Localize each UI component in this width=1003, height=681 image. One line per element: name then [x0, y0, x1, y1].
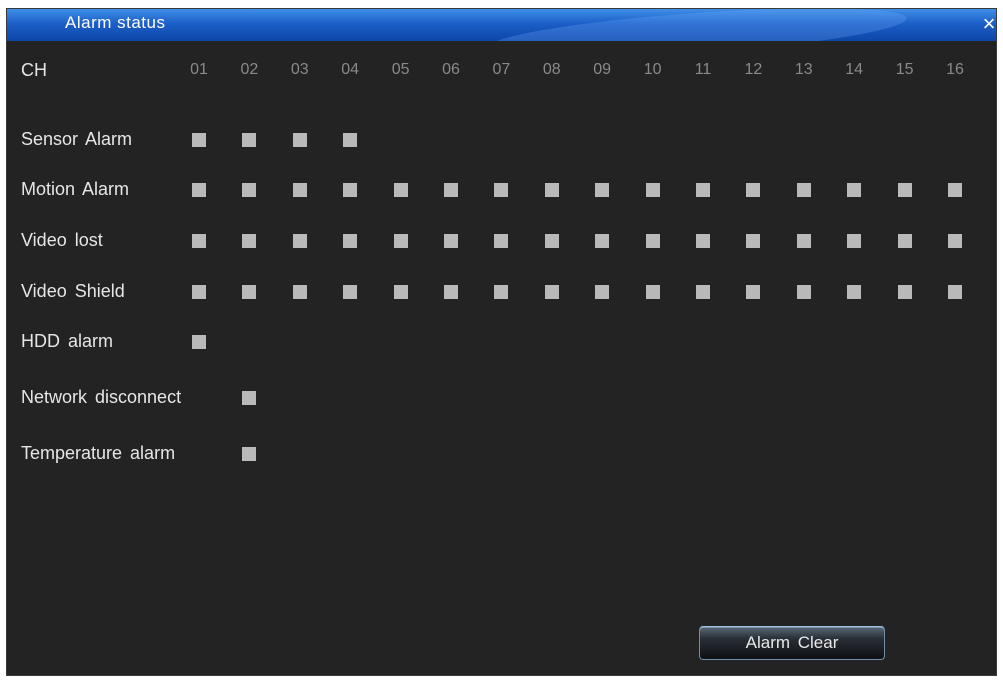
- alarm-indicator-motion-alarm-ch11: [696, 183, 710, 197]
- alarm-indicator-video-shield-ch06: [444, 285, 458, 299]
- alarm-indicator-motion-alarm-ch09: [595, 183, 610, 197]
- alarm-indicator-video-shield-ch03: [292, 285, 307, 299]
- alarm-indicator-video-lost-ch12: [746, 234, 761, 248]
- alarm-indicator-video-shield-ch16: [948, 285, 962, 299]
- channel-header-label: CH: [21, 60, 47, 80]
- alarm-indicator-video-lost-ch11: [696, 234, 710, 248]
- alarm-indicator-hdd-alarm-ch01: [192, 335, 206, 349]
- alarm-indicator-video-lost-ch04: [343, 234, 358, 248]
- alarm-indicator-motion-alarm-ch14: [847, 183, 862, 197]
- channel-number-04: 04: [341, 61, 360, 78]
- alarm-indicator-video-shield-ch13: [796, 285, 811, 299]
- alarm-row-network-disconnect: Network disconnect: [7, 383, 996, 413]
- alarm-indicator-motion-alarm-ch12: [746, 183, 761, 197]
- alarm-indicator-motion-alarm-ch07: [494, 183, 509, 197]
- alarm-indicator-motion-alarm-ch06: [444, 183, 458, 197]
- alarm-indicator-sensor-alarm-ch02: [242, 133, 257, 147]
- channel-number-07: 07: [492, 61, 511, 78]
- alarm-indicator-video-lost-ch13: [796, 234, 811, 248]
- channel-number-16: 16: [946, 61, 964, 78]
- alarm-label-hdd-alarm: HDD alarm: [21, 331, 114, 351]
- alarm-indicator-motion-alarm-ch15: [897, 183, 912, 197]
- channel-number-13: 13: [794, 61, 813, 78]
- channel-number-14: 14: [845, 61, 864, 78]
- channel-number-11: 11: [694, 61, 712, 78]
- alarm-row-video-lost: Video lost: [7, 226, 996, 256]
- alarm-label-network-disconnect: Network disconnect: [21, 387, 182, 407]
- alarm-indicator-video-lost-ch03: [292, 234, 307, 248]
- alarm-label-motion-alarm: Motion Alarm: [21, 179, 130, 199]
- alarm-indicator-video-shield-ch10: [645, 285, 660, 299]
- alarm-indicator-motion-alarm-ch05: [393, 183, 408, 197]
- alarm-row-temperature-alarm: Temperature alarm: [7, 439, 996, 469]
- alarm-status-dialog: Alarm status × CH 01 02 03 04 05 06 07 08 09 10 11…: [6, 8, 997, 676]
- alarm-indicator-sensor-alarm-ch03: [292, 133, 307, 147]
- alarm-indicator-video-lost-ch09: [595, 234, 610, 248]
- title-bar[interactable]: Alarm status ×: [7, 9, 996, 41]
- alarm-indicator-video-shield-ch12: [746, 285, 761, 299]
- alarm-indicator-motion-alarm-ch03: [292, 183, 307, 197]
- alarm-row-sensor-alarm: Sensor Alarm: [7, 125, 996, 155]
- alarm-indicator-video-shield-ch11: [696, 285, 710, 299]
- alarm-indicator-video-shield-ch14: [847, 285, 862, 299]
- alarm-indicator-video-lost-ch16: [948, 234, 962, 248]
- alarm-indicator-temperature-alarm-ch02: [242, 447, 257, 461]
- alarm-indicator-video-lost-ch02: [242, 234, 257, 248]
- alarm-indicator-motion-alarm-ch10: [645, 183, 660, 197]
- channel-number-01: 01: [190, 61, 208, 78]
- alarm-indicator-network-disconnect-ch02: [242, 391, 257, 405]
- alarm-indicator-sensor-alarm-ch04: [343, 133, 358, 147]
- alarm-indicator-sensor-alarm-ch01: [192, 133, 206, 147]
- alarm-row-hdd-alarm: HDD alarm: [7, 327, 996, 357]
- channel-header-row: CH 01 02 03 04 05 06 07 08 09 10 11 12 13 14 15 16: [7, 56, 996, 86]
- alarm-indicator-motion-alarm-ch08: [544, 183, 559, 197]
- alarm-indicator-motion-alarm-ch13: [796, 183, 811, 197]
- channel-number-09: 09: [593, 61, 612, 78]
- dialog-title: Alarm status: [65, 13, 166, 32]
- alarm-indicator-motion-alarm-ch16: [948, 183, 962, 197]
- alarm-label-video-lost: Video lost: [21, 230, 103, 250]
- alarm-row-motion-alarm: Motion Alarm: [7, 175, 996, 205]
- alarm-indicator-video-shield-ch01: [192, 285, 206, 299]
- alarm-indicator-video-shield-ch09: [595, 285, 610, 299]
- channel-number-15: 15: [895, 61, 914, 78]
- alarm-indicator-motion-alarm-ch01: [192, 183, 206, 197]
- alarm-indicator-video-shield-ch02: [242, 285, 257, 299]
- channel-number-05: 05: [391, 61, 410, 78]
- alarm-indicator-video-shield-ch07: [494, 285, 509, 299]
- alarm-indicator-video-lost-ch15: [897, 234, 912, 248]
- alarm-label-video-shield: Video Shield: [21, 281, 125, 301]
- alarm-label-temperature-alarm: Temperature alarm: [21, 443, 176, 463]
- alarm-indicator-video-lost-ch08: [544, 234, 559, 248]
- alarm-indicator-motion-alarm-ch02: [242, 183, 257, 197]
- alarm-indicator-video-lost-ch06: [444, 234, 458, 248]
- alarm-indicator-video-lost-ch05: [393, 234, 408, 248]
- alarm-row-video-shield: Video Shield: [7, 277, 996, 307]
- alarm-indicator-video-lost-ch14: [847, 234, 862, 248]
- channel-number-12: 12: [744, 61, 763, 78]
- alarm-indicator-video-shield-ch15: [897, 285, 912, 299]
- channel-number-06: 06: [442, 61, 460, 78]
- channel-number-03: 03: [290, 61, 309, 78]
- alarm-indicator-video-lost-ch07: [494, 234, 509, 248]
- close-icon[interactable]: ×: [980, 12, 996, 36]
- channel-number-10: 10: [643, 61, 662, 78]
- channel-number-08: 08: [542, 61, 561, 78]
- alarm-indicator-video-lost-ch10: [645, 234, 660, 248]
- alarm-indicator-video-shield-ch08: [544, 285, 559, 299]
- alarm-clear-button[interactable]: Alarm Clear: [699, 626, 885, 660]
- alarm-label-sensor-alarm: Sensor Alarm: [21, 129, 133, 149]
- alarm-indicator-video-shield-ch04: [343, 285, 358, 299]
- alarm-indicator-video-lost-ch01: [192, 234, 206, 248]
- alarm-indicator-video-shield-ch05: [393, 285, 408, 299]
- channel-number-02: 02: [240, 61, 259, 78]
- alarm-indicator-motion-alarm-ch04: [343, 183, 358, 197]
